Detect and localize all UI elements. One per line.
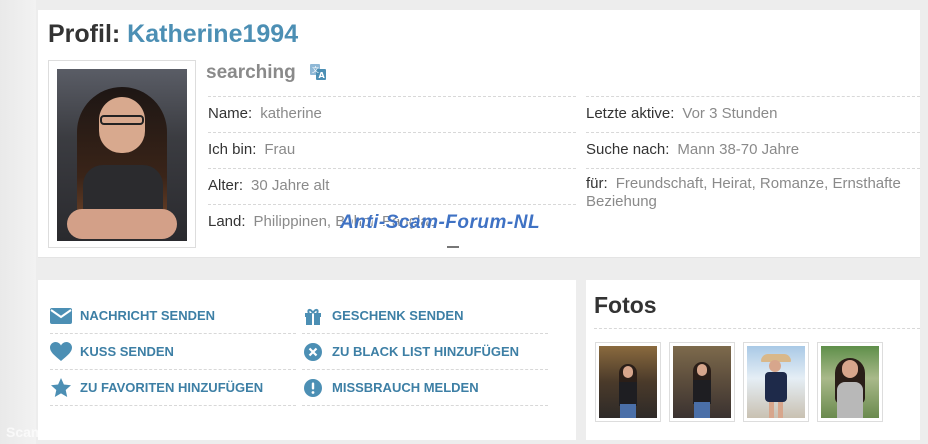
photos-card: Fotos bbox=[586, 280, 920, 440]
info-value: Mann 38-70 Jahre bbox=[677, 141, 800, 158]
info-label: Letzte aktive: bbox=[586, 105, 675, 122]
add-favorite-button[interactable]: ZU FAVORITEN HINZUFÜGEN bbox=[50, 370, 296, 406]
info-row-gender: Ich bin: Frau bbox=[208, 132, 576, 166]
photo-thumbnail[interactable] bbox=[817, 342, 883, 422]
info-value: katherine bbox=[260, 105, 322, 122]
info-row-last-active: Letzte aktive: Vor 3 Stunden bbox=[586, 96, 920, 130]
info-label: Land: bbox=[208, 213, 246, 230]
info-row-name: Name: katherine bbox=[208, 96, 576, 130]
translate-icon[interactable]: 文 A bbox=[310, 64, 326, 80]
page-title: Profil: Katherine1994 bbox=[48, 20, 298, 49]
action-label: KUSS SENDEN bbox=[80, 344, 174, 359]
text-cursor-mark bbox=[447, 246, 459, 248]
send-kiss-button[interactable]: KUSS SENDEN bbox=[50, 334, 296, 370]
envelope-icon bbox=[50, 305, 72, 327]
info-value: Vor 3 Stunden bbox=[682, 105, 778, 122]
action-label: GESCHENK SENDEN bbox=[332, 308, 464, 323]
report-abuse-button[interactable]: MISSBRAUCH MELDEN bbox=[302, 370, 548, 406]
photos-divider bbox=[594, 328, 920, 329]
photo-thumbnail[interactable] bbox=[595, 342, 661, 422]
info-value: Freundschaft, Heirat, Romanze, Ernsthaft… bbox=[586, 175, 901, 210]
star-icon bbox=[50, 377, 72, 399]
gift-icon bbox=[302, 305, 324, 327]
action-label: ZU FAVORITEN HINZUFÜGEN bbox=[80, 380, 264, 395]
profile-photo[interactable] bbox=[57, 69, 187, 241]
info-label: Alter: bbox=[208, 177, 244, 194]
info-label: Ich bin: bbox=[208, 141, 257, 158]
add-blacklist-button[interactable]: ZU BLACK LIST HINZUFÜGEN bbox=[302, 334, 548, 370]
photo-thumbnail[interactable] bbox=[669, 342, 735, 422]
block-icon bbox=[302, 341, 324, 363]
action-label: NACHRICHT SENDEN bbox=[80, 308, 216, 323]
info-label: Suche nach: bbox=[586, 141, 670, 158]
action-label: MISSBRAUCH MELDEN bbox=[332, 380, 479, 395]
heart-icon bbox=[50, 341, 72, 363]
info-row-age: Alter: 30 Jahre alt bbox=[208, 168, 576, 202]
send-gift-button[interactable]: GESCHENK SENDEN bbox=[302, 298, 548, 334]
info-value: 30 Jahre alt bbox=[251, 177, 330, 194]
profile-photo-frame[interactable] bbox=[48, 60, 196, 248]
left-margin bbox=[0, 0, 36, 444]
warning-icon bbox=[302, 377, 324, 399]
status-text: searching bbox=[206, 62, 296, 83]
photo-thumbnail[interactable] bbox=[743, 342, 809, 422]
info-label: Name: bbox=[208, 105, 253, 122]
info-value: Frau bbox=[264, 141, 296, 158]
info-label: für: bbox=[586, 175, 608, 192]
svg-text:A: A bbox=[319, 71, 326, 80]
actions-card: NACHRICHT SENDEN GESCHENK SENDEN KUSS SE… bbox=[38, 280, 576, 440]
send-message-button[interactable]: NACHRICHT SENDEN bbox=[50, 298, 296, 334]
title-prefix: Profil: bbox=[48, 20, 121, 48]
info-row-purpose: für: Freundschaft, Heirat, Romanze, Ernst… bbox=[586, 168, 920, 210]
forum-watermark: Anti-Scam-Forum-NL bbox=[340, 212, 541, 233]
info-row-looking-for: Suche nach: Mann 38-70 Jahre bbox=[586, 132, 920, 166]
photos-title: Fotos bbox=[594, 292, 657, 318]
corner-watermark: ScamBusters bbox=[6, 424, 96, 440]
profile-username: Katherine1994 bbox=[127, 20, 299, 48]
action-label: ZU BLACK LIST HINZUFÜGEN bbox=[332, 344, 520, 359]
